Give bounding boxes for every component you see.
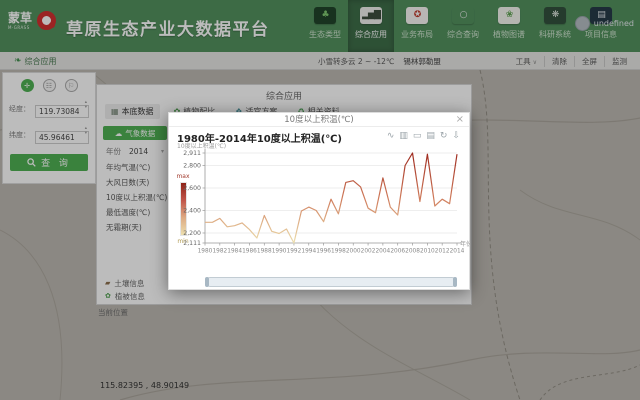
accumulated-temperature-modal: 10度以上积温(℃) × 1980年-2014年10度以上积温(℃) ∿▥▭▤↻… (168, 112, 470, 290)
x-axis-name: 年份 (460, 240, 471, 248)
y-tick-label: 2,111 (183, 240, 201, 247)
y-tick-label: 2,600 (183, 185, 201, 192)
x-tick-label: 2000 (346, 249, 361, 255)
temperature-line-series[interactable] (205, 153, 457, 243)
x-tick-label: 2004 (375, 249, 390, 255)
x-tick-label: 2002 (361, 249, 376, 255)
app-root: 蒙草 M·GRASS 草原生态产业大数据平台 ♣生态类型▂▅▇综合应用✪业务布局… (0, 0, 640, 400)
close-icon[interactable]: × (456, 113, 464, 126)
x-tick-label: 1984 (227, 249, 242, 255)
x-tick-label: 1992 (287, 249, 302, 255)
x-tick-label: 1986 (242, 249, 257, 255)
y-axis-unit-label: 10度以上积温(℃) (177, 142, 226, 150)
y-tick-label: 2,800 (183, 162, 201, 169)
x-tick-label: 2012 (435, 249, 450, 255)
y-tick-label: 2,911 (183, 150, 201, 157)
x-tick-label: 2010 (420, 249, 435, 255)
x-tick-label: 2008 (405, 249, 420, 255)
y-tick-label: 2,200 (183, 230, 201, 237)
datazoom-slider[interactable] (205, 277, 457, 287)
x-tick-label: 2006 (390, 249, 405, 255)
x-tick-label: 1996 (316, 249, 331, 255)
y-tick-label: 2,400 (183, 207, 201, 214)
x-tick-label: 2014 (450, 249, 465, 255)
modal-header: 10度以上积温(℃) × (169, 113, 469, 127)
x-tick-label: 1988 (257, 249, 272, 255)
x-tick-label: 1990 (272, 249, 287, 255)
x-tick-label: 1998 (331, 249, 346, 255)
modal-title: 10度以上积温(℃) (284, 115, 354, 125)
x-tick-label: 1980 (198, 249, 213, 255)
x-tick-label: 1994 (301, 249, 316, 255)
x-tick-label: 1982 (212, 249, 227, 255)
accumulated-temperature-chart: 10度以上积温(℃) 2,111 2,200 2,400 2,600 2,800 2,911… (171, 139, 471, 277)
